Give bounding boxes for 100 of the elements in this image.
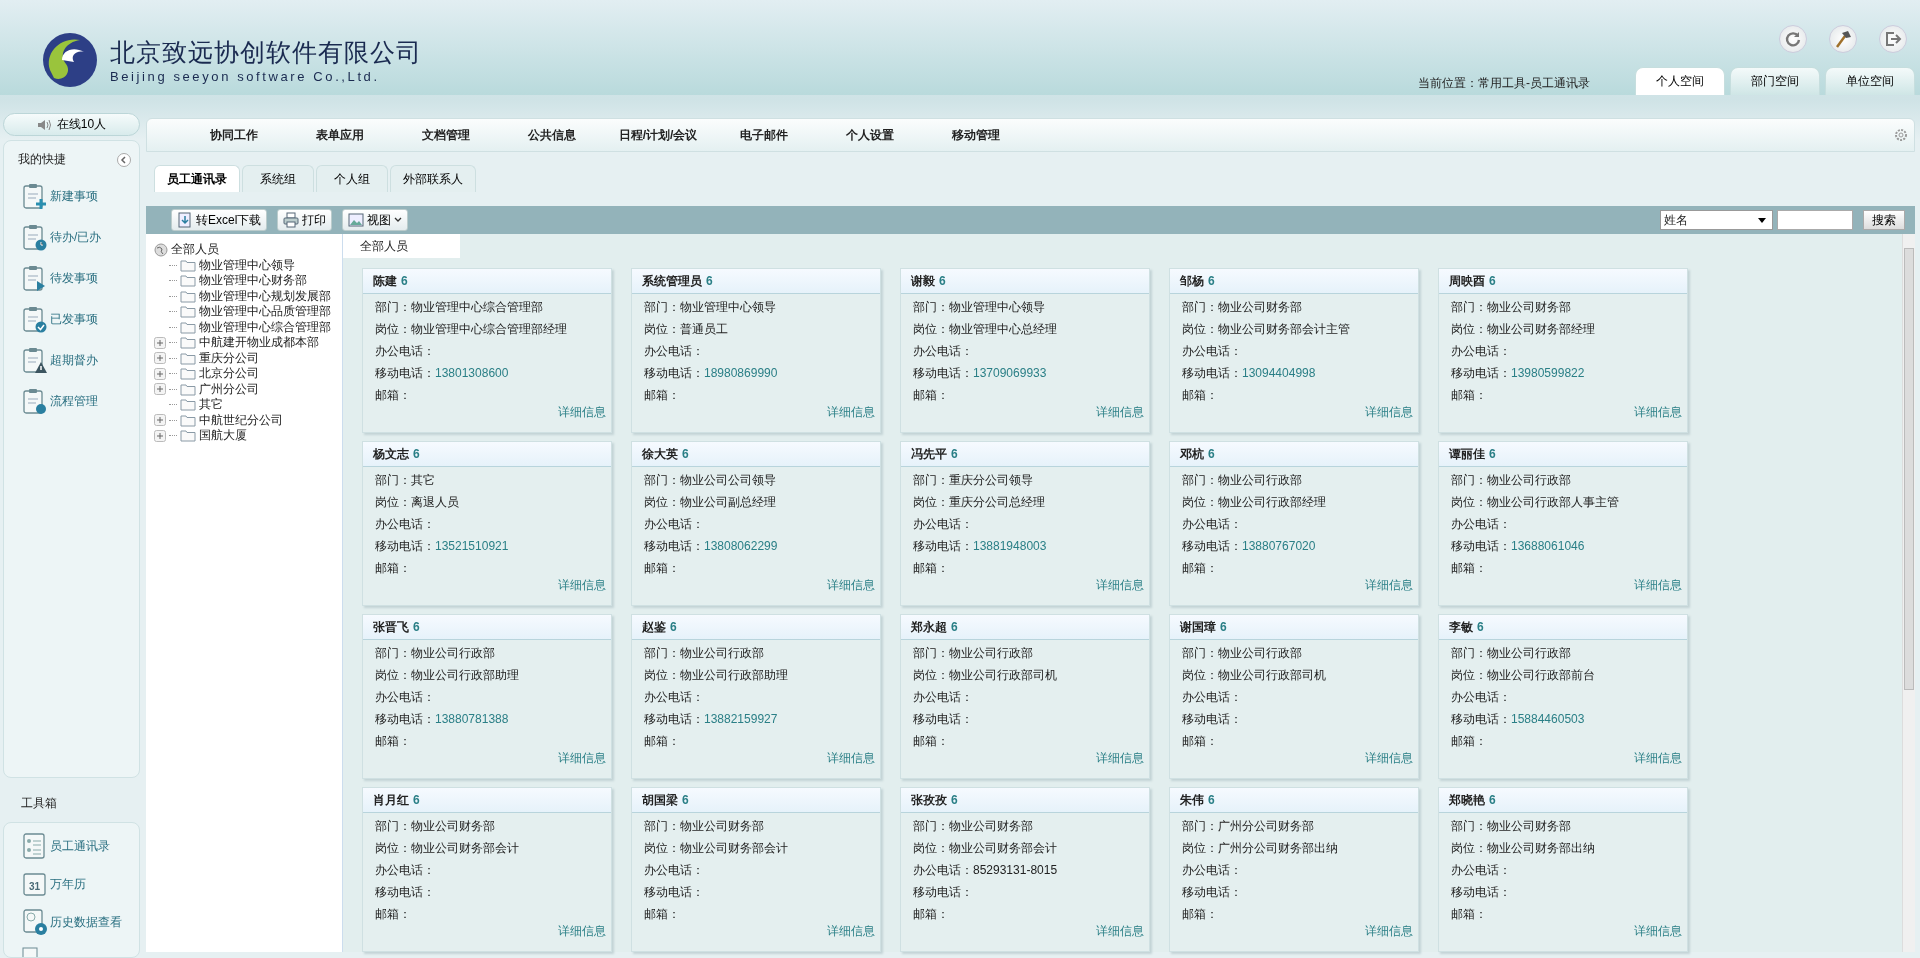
collapse-icon[interactable] — [117, 152, 131, 167]
menu-item[interactable]: 日程/计划/会议 — [605, 125, 711, 145]
details-link[interactable]: 详细信息 — [827, 750, 875, 767]
field-label: 邮箱： — [644, 386, 680, 404]
field-label: 移动电话： — [644, 883, 704, 901]
tree-item[interactable]: 物业管理中心品质管理部 — [199, 303, 331, 321]
menu-item[interactable]: 文档管理 — [393, 125, 499, 145]
expand-icon[interactable] — [154, 352, 166, 365]
menu-item[interactable]: 个人设置 — [817, 125, 923, 145]
field-label: 部门： — [1182, 298, 1218, 316]
tree-item[interactable]: 物业管理中心规划发展部 — [199, 287, 331, 305]
tree-item[interactable]: 物业管理中心综合管理部 — [199, 318, 331, 336]
scrollbar-thumb[interactable] — [1904, 248, 1914, 690]
details-link[interactable]: 详细信息 — [1634, 577, 1682, 594]
tab[interactable]: 个人组 — [316, 165, 388, 192]
tree-item[interactable]: 全部人员 — [171, 241, 219, 259]
contact-name: 肖月红 — [373, 791, 409, 809]
toolbar-button[interactable]: 转Excel下载 — [171, 209, 268, 231]
expand-icon[interactable] — [154, 367, 166, 380]
contact-count: 6 — [1489, 274, 1496, 288]
details-link[interactable]: 详细信息 — [558, 404, 606, 421]
space-tab[interactable]: 部门空间 — [1730, 67, 1820, 95]
shortcut-item[interactable]: 流程管理 — [4, 381, 139, 422]
expand-icon[interactable] — [154, 336, 166, 349]
tree-item[interactable]: 其它 — [199, 396, 223, 414]
menu-item[interactable]: 表单应用 — [287, 125, 393, 145]
contact-name: 邓杭 — [1180, 445, 1204, 463]
settings-icon[interactable] — [1894, 128, 1908, 142]
details-link[interactable]: 详细信息 — [558, 750, 606, 767]
details-link[interactable]: 详细信息 — [827, 923, 875, 940]
tree-item[interactable]: 物业管理中心财务部 — [199, 272, 307, 290]
tab[interactable]: 员工通讯录 — [154, 165, 240, 192]
menu-item[interactable]: 电子邮件 — [711, 125, 817, 145]
menu-item[interactable]: 公共信息 — [499, 125, 605, 145]
field-value: 物业公司财务部经理 — [1487, 320, 1595, 338]
details-link[interactable]: 详细信息 — [1365, 577, 1413, 594]
details-link[interactable]: 详细信息 — [1096, 404, 1144, 421]
hammer-icon[interactable] — [1829, 25, 1857, 53]
shortcuts-title: 我的快捷 — [18, 151, 66, 168]
shortcut-item[interactable]: 待办/已办 — [4, 217, 139, 258]
details-link[interactable]: 详细信息 — [1365, 404, 1413, 421]
menu-item[interactable]: 移动管理 — [923, 125, 1029, 145]
contact-name: 胡国梁 — [642, 791, 678, 809]
details-link[interactable]: 详细信息 — [827, 404, 875, 421]
toolbox-item[interactable]: 31 万年历 — [4, 865, 139, 903]
tree-item[interactable]: 中航建开物业成都本部 — [199, 334, 319, 352]
contact-name: 谢毅 — [911, 272, 935, 290]
search-input[interactable] — [1777, 210, 1853, 230]
toolbar-button[interactable]: 打印 — [277, 209, 333, 231]
details-link[interactable]: 详细信息 — [558, 577, 606, 594]
folder-icon — [180, 305, 196, 319]
tree-item[interactable]: 中航世纪分公司 — [199, 411, 283, 429]
toolbox-item[interactable]: 员工通讯录 — [4, 827, 139, 865]
expand-icon[interactable] — [154, 429, 166, 442]
search-button[interactable]: 搜索 — [1863, 210, 1905, 230]
details-link[interactable]: 详细信息 — [1634, 923, 1682, 940]
field-value: 物业公司行政部 — [949, 644, 1033, 662]
toolbar-button[interactable]: 视图 — [342, 209, 409, 231]
details-link[interactable]: 详细信息 — [827, 577, 875, 594]
field-label: 移动电话： — [1451, 364, 1511, 382]
details-link[interactable]: 详细信息 — [558, 923, 606, 940]
folder-icon — [180, 367, 196, 381]
menu-item[interactable]: 协同工作 — [181, 125, 287, 145]
shortcut-item[interactable]: 已发事项 — [4, 299, 139, 340]
toolbox-item[interactable]: 历史数据查看 — [4, 903, 139, 941]
refresh-icon[interactable] — [1779, 25, 1807, 53]
details-link[interactable]: 详细信息 — [1096, 577, 1144, 594]
shortcut-item[interactable]: 新建事项 — [4, 176, 139, 217]
contact-count: 6 — [1489, 793, 1496, 807]
details-link[interactable]: 详细信息 — [1634, 750, 1682, 767]
online-users-button[interactable]: 在线10人 — [3, 113, 140, 136]
tab[interactable]: 系统组 — [242, 165, 314, 192]
scrollbar[interactable] — [1902, 234, 1915, 952]
field-label: 邮箱： — [913, 386, 949, 404]
details-link[interactable]: 详细信息 — [1365, 750, 1413, 767]
company-name-english: Beijing seeyon software Co.,Ltd. — [110, 69, 381, 84]
tree-item[interactable]: 广州分公司 — [199, 380, 259, 398]
details-link[interactable]: 详细信息 — [1096, 750, 1144, 767]
field-label: 岗位： — [1451, 666, 1487, 684]
folder-icon — [180, 429, 196, 443]
tree-item[interactable]: 国航大厦 — [199, 427, 247, 445]
tree-item[interactable]: 重庆分公司 — [199, 349, 259, 367]
details-link[interactable]: 详细信息 — [1096, 923, 1144, 940]
logout-icon[interactable] — [1879, 25, 1907, 53]
contact-count: 6 — [1477, 620, 1484, 634]
field-label: 部门： — [1451, 471, 1487, 489]
search-field-dropdown[interactable]: 姓名 — [1660, 210, 1773, 230]
tab[interactable]: 外部联系人 — [390, 165, 476, 192]
space-tab[interactable]: 个人空间 — [1635, 67, 1725, 95]
expand-icon[interactable] — [154, 383, 166, 396]
space-tab[interactable]: 单位空间 — [1825, 67, 1915, 95]
tree-item[interactable]: 物业管理中心领导 — [199, 256, 295, 274]
shortcut-item[interactable]: 超期督办 — [4, 340, 139, 381]
contact-name: 陈建 — [373, 272, 397, 290]
tree-item[interactable]: 北京分公司 — [199, 365, 259, 383]
details-link[interactable]: 详细信息 — [1634, 404, 1682, 421]
expand-icon[interactable] — [154, 414, 166, 427]
shortcut-item[interactable]: 待发事项 — [4, 258, 139, 299]
details-link[interactable]: 详细信息 — [1365, 923, 1413, 940]
field-value: 13882159927 — [704, 712, 778, 726]
